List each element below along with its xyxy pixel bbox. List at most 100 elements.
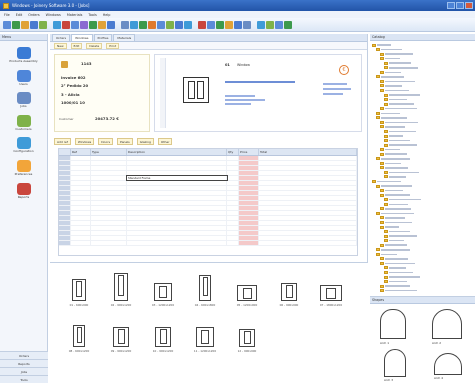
shape-arch-4[interactable] (434, 353, 462, 375)
nav-bottom-tools[interactable]: Tools (0, 375, 48, 383)
toolbar-button-7[interactable] (62, 20, 70, 29)
nav-bottom-jobs[interactable]: Jobs (0, 367, 48, 375)
col-ref[interactable]: Ref (71, 149, 91, 155)
tree-node[interactable] (376, 252, 397, 256)
toolbar-button-10[interactable] (89, 20, 97, 29)
toolbar-button-19[interactable] (175, 20, 183, 29)
tree-node[interactable] (380, 79, 415, 83)
tree-node[interactable] (380, 284, 410, 288)
toolbar-button-17[interactable] (157, 20, 165, 29)
filter-glazing[interactable]: Glazing (136, 137, 154, 145)
col-type[interactable]: Type (91, 149, 127, 155)
filter-add-ref[interactable]: Add ref (54, 137, 71, 145)
tab-materials[interactable]: Materials (113, 34, 136, 41)
tree-node[interactable] (380, 107, 417, 111)
thumbnail-window[interactable]: 02 - 900x1200 (102, 273, 140, 315)
toolbar-button-28[interactable] (266, 20, 274, 29)
tree-node[interactable] (384, 143, 417, 147)
toolbar-button-3[interactable] (21, 20, 29, 29)
toolbar-button-21[interactable] (198, 20, 206, 29)
menu-orders[interactable]: Orders (28, 13, 39, 17)
thumbnail-window[interactable]: 06 - 900x900 (270, 273, 308, 315)
tree-node[interactable] (380, 52, 413, 56)
toolbar-button-27[interactable] (257, 20, 265, 29)
tree-node[interactable] (380, 125, 405, 129)
tree-node[interactable] (380, 89, 409, 93)
thumbnail-window[interactable]: 12 - 900x900 (228, 319, 266, 361)
tree-node[interactable] (380, 120, 418, 124)
tree-node[interactable] (384, 102, 414, 106)
maximize-button[interactable] (456, 2, 464, 9)
tree-node[interactable] (380, 225, 399, 229)
toolbar-button-18[interactable] (166, 20, 174, 29)
tree-node[interactable] (384, 98, 407, 102)
tree-node[interactable] (372, 43, 391, 47)
tree-node[interactable] (376, 75, 404, 79)
tree-node[interactable] (384, 61, 411, 65)
nav-item-configuration[interactable]: Configuration (0, 137, 47, 154)
tree-node[interactable] (384, 230, 410, 234)
tree-node[interactable] (384, 129, 416, 133)
toolbar-button-11[interactable] (98, 20, 106, 29)
tree-node[interactable] (380, 57, 400, 61)
tree-node[interactable] (384, 175, 406, 179)
thumbnail-window[interactable]: 09 - 900x1200 (102, 319, 140, 361)
col-price[interactable]: Price (239, 149, 259, 155)
menu-materials[interactable]: Materials (67, 13, 83, 17)
menu-edit[interactable]: Edit (16, 13, 23, 17)
menu-tools[interactable]: Tools (88, 13, 96, 17)
toolbar-button-23[interactable] (216, 20, 224, 29)
toolbar-button-2[interactable] (12, 20, 20, 29)
toolbar-button-29[interactable] (275, 20, 283, 29)
col-qty[interactable]: Qty (227, 149, 239, 155)
toolbar-button-5[interactable] (39, 20, 47, 29)
tree-node[interactable] (376, 157, 410, 161)
tab-profiles[interactable]: Profiles (93, 34, 113, 41)
shape-arch-2[interactable] (432, 309, 462, 339)
filter-windows[interactable]: Windows (74, 137, 95, 145)
tree-node[interactable] (384, 134, 403, 138)
nav-item-customers[interactable]: Customers (0, 114, 47, 132)
nav-item-jobs[interactable]: Jobs (0, 92, 47, 109)
tree-node[interactable] (380, 257, 408, 261)
tree-node[interactable] (380, 261, 415, 265)
tree-node[interactable] (384, 234, 417, 238)
shape-arch-3[interactable] (384, 349, 406, 377)
nav-item-products-assembly[interactable]: Products Assembly (0, 47, 47, 64)
edit-button[interactable]: Edit (70, 42, 83, 49)
tree-node[interactable] (380, 166, 408, 170)
thumbnail-window[interactable]: 04 - 600x1800 (186, 273, 224, 315)
thumbnail-window[interactable]: 07 - 1800x1200 (312, 273, 350, 315)
table-row[interactable] (59, 241, 357, 246)
new-button[interactable]: New (54, 42, 67, 49)
toolbar-button-16[interactable] (148, 20, 156, 29)
filter-doors[interactable]: Doors (98, 137, 114, 145)
thumbnail-window[interactable]: 03 - 1200x1200 (144, 273, 182, 315)
thumbnail-window[interactable]: 11 - 1200x1200 (186, 319, 224, 361)
toolbar-button-15[interactable] (139, 20, 147, 29)
toolbar-button-13[interactable] (121, 20, 129, 29)
tab-windows[interactable]: Windows (71, 34, 93, 41)
tree-node[interactable] (384, 280, 407, 284)
thumbnail-window[interactable]: 01 - 600x900 (60, 273, 98, 315)
tree-node[interactable] (380, 289, 417, 293)
col-description[interactable]: Description (127, 149, 227, 155)
nav-item-users[interactable]: Users (0, 69, 47, 87)
tree-node[interactable] (380, 220, 412, 224)
col-total[interactable]: Total (259, 149, 357, 155)
shape-arch-1[interactable] (380, 309, 406, 339)
nav-bottom-orders[interactable]: Orders (0, 351, 48, 359)
toolbar-button-20[interactable] (184, 20, 192, 29)
filter-other[interactable]: Other (157, 137, 173, 145)
thumbnail-window[interactable]: 05 - 1200x900 (228, 273, 266, 315)
tree-node[interactable] (384, 239, 404, 243)
filter-panels[interactable]: Panels (117, 137, 133, 145)
tree-node[interactable] (376, 48, 402, 52)
tree-node[interactable] (384, 66, 418, 70)
toolbar-button-26[interactable] (243, 20, 251, 29)
toolbar-button-25[interactable] (234, 20, 242, 29)
toolbar-button-14[interactable] (130, 20, 138, 29)
print-button[interactable]: Print (106, 42, 120, 49)
nav-item-reports[interactable]: Reports (0, 182, 47, 200)
menu-help[interactable]: Help (103, 13, 111, 17)
